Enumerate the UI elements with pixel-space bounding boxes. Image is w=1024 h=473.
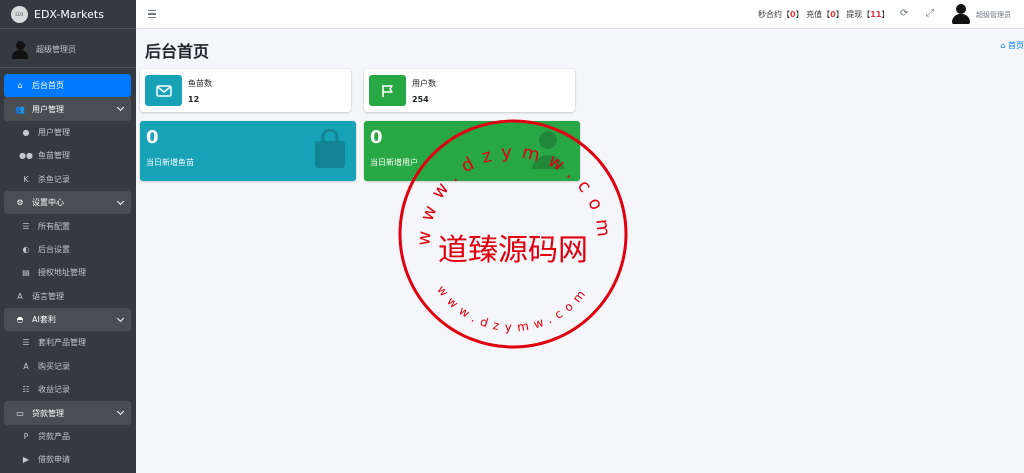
sidebar-item[interactable]: K 杀鱼记录 [4, 168, 131, 191]
user-name: 超级管理员 [36, 45, 76, 54]
stat-contract[interactable]: 秒合约【0】 [758, 10, 804, 19]
k-icon: K [23, 174, 29, 184]
shopping-bag-icon [312, 128, 348, 172]
user-panel[interactable]: 超级管理员 [0, 32, 136, 68]
sidebar-item[interactable]: ● 用户管理 [4, 121, 131, 144]
stat-recharge[interactable]: 充值【0】 [806, 10, 844, 19]
sidebar-item[interactable]: P 贷款产品 [4, 425, 131, 448]
fullscreen-icon[interactable]: ⤢ [926, 8, 934, 19]
stat-withdraw[interactable]: 提现【11】 [846, 10, 889, 19]
sidebar-item[interactable]: ▶ 借款申请 [4, 448, 131, 471]
sidebar-item[interactable]: ☷ 收益记录 [4, 378, 131, 401]
brand-name: EDX-Markets [34, 7, 104, 21]
small-box-value: 0 [370, 127, 383, 148]
sidebar-item[interactable]: A 语言管理 [4, 285, 131, 308]
chevron-down-icon[interactable] [116, 197, 125, 205]
sidebar-item-label: 套利产品管理 [38, 338, 86, 348]
list-icon: ☰ [22, 221, 30, 231]
page-title: 后台首页 [145, 42, 210, 61]
sidebar-item[interactable]: ●● 鱼苗管理 [4, 144, 131, 167]
a-box-icon: A [23, 361, 29, 371]
sidebar-item-label: 鱼苗管理 [38, 151, 70, 161]
file-icon: ▤ [22, 268, 30, 278]
sidebar: EDX EDX-Markets 超级管理员 ⌂ 后台首页 👥 用户管理 ● 用户管理 ●● 鱼… [0, 0, 136, 473]
truck-icon: ▶ [22, 455, 30, 465]
sidebar-item-label: AI套利 [32, 315, 56, 325]
breadcrumb-home[interactable]: 首页 [1008, 41, 1024, 50]
sidebar-item[interactable]: ☰ 套利产品管理 [4, 331, 131, 354]
svg-text:www.dzymw.com: www.dzymw.com [434, 283, 592, 335]
sidebar-item-label: 所有配置 [38, 221, 70, 231]
sidebar-item[interactable]: A 购买记录 [4, 355, 131, 378]
info-box-fish: 鱼苗数 12 [140, 69, 351, 112]
sidebar-nav: ⌂ 后台首页 👥 用户管理 ● 用户管理 ●● 鱼苗管理 K 杀鱼记录 ⚙ 设置中心 ☰ 所有配置 ◐ 后台设… [4, 74, 131, 472]
small-box-label: 当日新增鱼苗 [146, 158, 194, 167]
users-icon: ●● [19, 151, 33, 161]
info-box-value: 254 [412, 95, 429, 104]
small-box-value: 0 [146, 127, 159, 148]
home-icon: ⌂ [17, 81, 23, 91]
sidebar-item[interactable]: ☰ 所有配置 [4, 214, 131, 237]
sidebar-item-label: 贷款产品 [38, 432, 70, 442]
chevron-down-icon[interactable] [116, 408, 125, 416]
sidebar-item[interactable]: ◐ 后台设置 [4, 238, 131, 261]
chevron-down-icon[interactable] [116, 104, 125, 112]
top-user-name[interactable]: 超级管理员 [976, 10, 1011, 20]
language-icon: A [17, 291, 23, 301]
sidebar-item-label: 购买记录 [38, 361, 70, 371]
info-box-users: 用户数 254 [364, 69, 575, 112]
product-icon: P [23, 432, 29, 442]
sidebar-item-label: 收益记录 [38, 385, 70, 395]
breadcrumb[interactable]: ⌂ 首页 [1000, 40, 1024, 51]
top-navbar: 秒合约【0】 充值【0】 提现【11】 ⟳ ⤢ 超级管理员 [136, 0, 1024, 29]
sidebar-item[interactable]: 👥 用户管理 [4, 97, 131, 121]
sidebar-item-label: 杀鱼记录 [38, 174, 70, 184]
menu-toggle-icon[interactable] [148, 10, 156, 20]
info-box-value: 12 [188, 95, 200, 104]
sidebar-item-label: 后台设置 [38, 244, 70, 254]
watermark-bottom-text: www.dzymw.com [434, 283, 586, 335]
android-icon: ◓ [16, 315, 24, 325]
sidebar-item-label: 语言管理 [32, 291, 64, 301]
watermark-stamp: www.dzymw.com 道臻源码网 www.dzymw.com [397, 118, 629, 350]
flag-icon [369, 75, 406, 106]
sidebar-item[interactable]: ⚙ 设置中心 [4, 190, 131, 215]
brand-logo: EDX [11, 5, 28, 23]
sidebar-item-label: 借款申请 [38, 455, 70, 465]
sidebar-item-label: 用户管理 [38, 127, 70, 137]
avatar [11, 40, 29, 59]
watermark-top-text: www.dzymw.com [413, 142, 606, 247]
top-avatar[interactable] [951, 4, 971, 24]
sidebar-item[interactable]: ▤ 授权地址管理 [4, 261, 131, 284]
top-stats: 秒合约【0】 充值【0】 提现【11】 [758, 9, 889, 20]
svg-text:www.dzymw.com: www.dzymw.com [413, 142, 615, 247]
money-icon: ▭ [16, 408, 24, 418]
bars-icon: ☰ [22, 338, 30, 348]
brand[interactable]: EDX EDX-Markets [0, 0, 136, 29]
refresh-icon[interactable]: ⟳ [900, 8, 908, 19]
chevron-down-icon[interactable] [116, 314, 125, 322]
sidebar-item-label: 用户管理 [32, 104, 64, 114]
users-icon: 👥 [15, 104, 25, 114]
home-icon: ⌂ [1000, 41, 1006, 50]
info-box-label: 鱼苗数 [188, 79, 212, 88]
sidebar-item-label: 后台首页 [32, 81, 64, 91]
info-box-label: 用户数 [412, 79, 436, 88]
watermark-center-text: 道臻源码网 [438, 233, 588, 268]
sidebar-item[interactable]: ◓ AI套利 [4, 307, 131, 332]
sidebar-item-label: 贷款管理 [32, 408, 64, 418]
user-icon: ● [22, 127, 30, 137]
adjust-icon: ◐ [22, 244, 30, 254]
sidebar-item-label: 设置中心 [32, 198, 64, 208]
gears-icon: ⚙ [16, 198, 24, 208]
envelope-icon [145, 75, 182, 106]
sidebar-item-label: 授权地址管理 [38, 268, 86, 278]
list-check-icon: ☷ [22, 385, 30, 395]
small-box-new-fish: 0 当日新增鱼苗 [140, 121, 356, 181]
sidebar-item[interactable]: ▭ 贷款管理 [4, 401, 131, 425]
sidebar-item[interactable]: ⌂ 后台首页 [4, 74, 131, 98]
